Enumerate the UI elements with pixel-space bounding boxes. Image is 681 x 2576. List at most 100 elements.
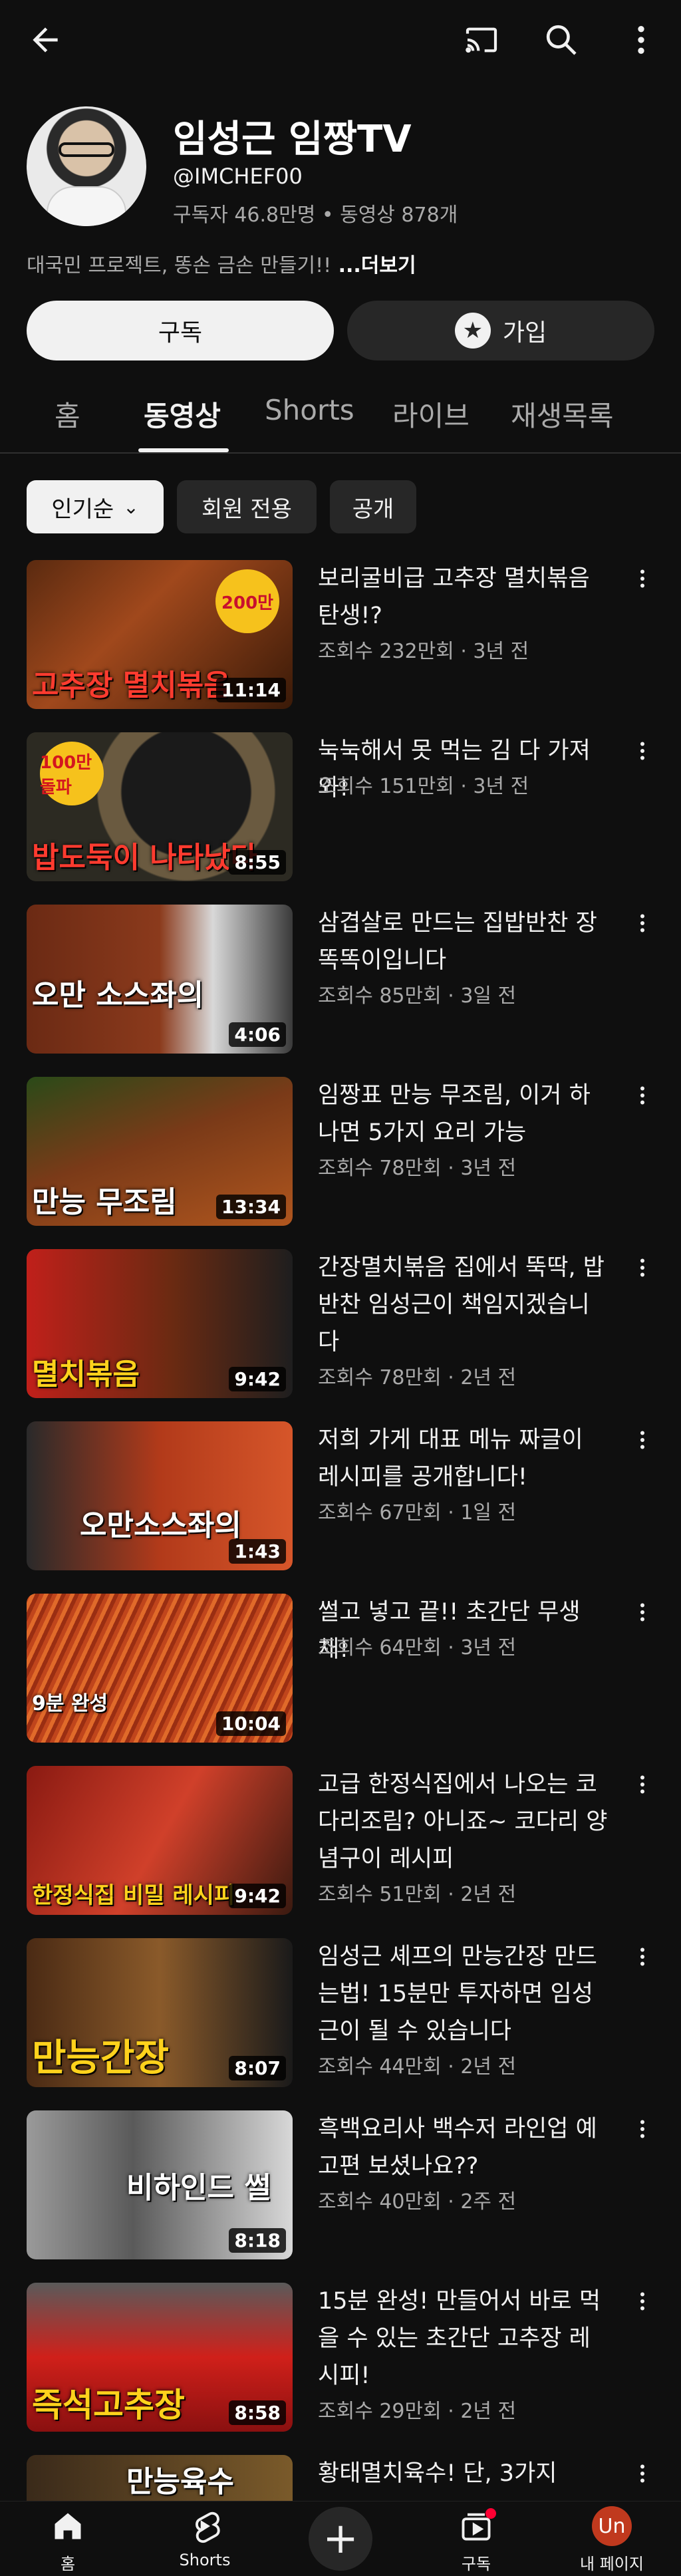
back-icon[interactable] <box>21 16 69 64</box>
channel-tabs: 홈 동영상 Shorts 라이브 재생목록 <box>0 379 681 454</box>
video-title[interactable]: 임성근 셰프의 만능간장 만드는법! 15분만 투자하면 임성근이 될 수 있습… <box>318 1938 611 2050</box>
more-vert-icon[interactable] <box>630 1766 654 1803</box>
more-vert-icon[interactable] <box>630 2283 654 2320</box>
video-meta: 조회수 151만회 · 3년 전 <box>318 775 529 798</box>
video-duration: 9:42 <box>229 1367 286 1391</box>
channel-avatar[interactable] <box>27 106 146 226</box>
chip-members-only[interactable]: 회원 전용 <box>177 480 317 533</box>
video-item[interactable]: 100만 돌파 밥도둑이 나타났다 8:55 눅눅해서 못 먹는 김 다 가져와… <box>27 732 654 881</box>
video-duration: 8:07 <box>229 2056 286 2080</box>
video-thumbnail[interactable]: 만능육수 <box>27 2455 293 2501</box>
nav-shorts[interactable]: Shorts <box>152 2502 258 2576</box>
search-icon[interactable] <box>537 16 585 64</box>
top-app-bar <box>0 0 681 80</box>
video-thumbnail[interactable]: 오만소스좌의 1:43 <box>27 1421 293 1570</box>
more-vert-icon[interactable] <box>630 2455 654 2492</box>
video-title[interactable]: 보리굴비급 고추장 멸치볶음 탄생!? <box>318 560 611 635</box>
thumbnail-text: 오만소스좌의 <box>80 1508 241 1542</box>
channel-stats: 구독자 46.8만명 • 동영상 878개 <box>173 204 458 227</box>
video-thumbnail[interactable]: 만능 무조림 13:34 <box>27 1077 293 1226</box>
video-meta: 조회수 64만회 · 3년 전 <box>318 1636 517 1659</box>
thumbnail-badge: 100만 돌파 <box>40 742 104 805</box>
video-meta: 조회수 40만회 · 2주 전 <box>318 2190 517 2214</box>
video-duration: 8:18 <box>229 2228 286 2253</box>
video-item[interactable]: 만능육수 황태멸치육수! 단, 3가지 <box>27 2455 654 2501</box>
tab-home[interactable]: 홈 <box>55 394 80 434</box>
video-meta: 조회수 78만회 · 3년 전 <box>318 1157 517 1180</box>
shorts-icon <box>188 2502 222 2551</box>
video-thumbnail[interactable]: 즉석고추장 8:58 <box>27 2283 293 2432</box>
more-vert-icon[interactable] <box>630 1421 654 1459</box>
more-vert-icon[interactable] <box>630 2110 654 2148</box>
video-item[interactable]: 한정식집 비밀 레시피 9:42 고급 한정식집에서 나오는 코다리조림? 아니… <box>27 1766 654 1915</box>
video-duration: 10:04 <box>215 1711 286 1736</box>
channel-header: 임성근 임짱TV @IMCHEF00 구독자 46.8만명 • 동영상 878개 <box>27 106 654 239</box>
video-title[interactable]: 황태멸치육수! 단, 3가지 <box>318 2455 611 2492</box>
subscribe-button[interactable]: 구독 <box>27 301 334 360</box>
video-thumbnail[interactable]: 만능간장 8:07 <box>27 1938 293 2087</box>
more-link[interactable]: ...더보기 <box>331 254 416 277</box>
video-thumbnail[interactable]: 멸치볶음 9:42 <box>27 1249 293 1398</box>
channel-description[interactable]: 대국민 프로젝트, 똥손 금손 만들기!! ...더보기 <box>27 249 416 278</box>
video-meta: 조회수 44만회 · 2년 전 <box>318 2055 517 2078</box>
video-item[interactable]: 200만 고추장 멸치볶음 11:14 보리굴비급 고추장 멸치볶음 탄생!? … <box>27 560 654 709</box>
video-item[interactable]: 즉석고추장 8:58 15분 완성! 만들어서 바로 먹을 수 있는 초간단 고… <box>27 2283 654 2432</box>
create-icon: + <box>309 2507 372 2571</box>
video-title[interactable]: 임짱표 만능 무조림, 이거 하나면 5가지 요리 가능 <box>318 1077 611 1151</box>
thumbnail-text: 밥도둑이 나타났다 <box>32 841 258 875</box>
star-icon: ★ <box>454 313 491 349</box>
more-vert-icon[interactable] <box>630 905 654 942</box>
video-thumbnail[interactable]: 100만 돌파 밥도둑이 나타났다 8:55 <box>27 732 293 881</box>
video-item[interactable]: 오만소스좌의 1:43 저희 가게 대표 메뉴 짜글이 레시피를 공개합니다! … <box>27 1421 654 1570</box>
channel-name: 임성근 임짱TV <box>173 118 412 161</box>
video-title[interactable]: 고급 한정식집에서 나오는 코다리조림? 아니죠~ 코다리 양념구이 레시피 <box>318 1766 611 1878</box>
more-vert-icon[interactable] <box>630 1077 654 1114</box>
nav-subscriptions[interactable]: 구독 <box>423 2502 529 2576</box>
thumbnail-text: 고추장 멸치볶음 <box>32 668 231 702</box>
thumbnail-text: 즉석고추장 <box>32 2386 185 2424</box>
nav-you[interactable]: Un 내 페이지 <box>559 2502 665 2576</box>
video-duration: 9:42 <box>229 1884 286 1908</box>
video-title[interactable]: 15분 완성! 만들어서 바로 먹을 수 있는 초간단 고추장 레시피! <box>318 2283 611 2394</box>
video-thumbnail[interactable]: 9분 완성 10:04 <box>27 1594 293 1743</box>
more-vert-icon[interactable] <box>630 1249 654 1286</box>
nav-create[interactable]: + <box>287 2502 394 2576</box>
thumbnail-text: 비하인드 썰 <box>126 2171 271 2205</box>
video-item[interactable]: 오만 소스좌의 4:06 삼겹살로 만드는 집밥반찬 장똑똑이입니다 조회수 8… <box>27 905 654 1054</box>
tab-playlists[interactable]: 재생목록 <box>511 394 614 434</box>
chevron-down-icon: ⌄ <box>123 496 139 518</box>
nav-label: 홈 <box>60 2555 76 2573</box>
video-item[interactable]: 9분 완성 10:04 썰고 넣고 끝!! 초간단 무생채! 조회수 64만회 … <box>27 1594 654 1743</box>
video-title[interactable]: 저희 가게 대표 메뉴 짜글이 레시피를 공개합니다! <box>318 1421 611 1496</box>
video-item[interactable]: 멸치볶음 9:42 간장멸치볶음 집에서 뚝딱, 밥반찬 임성근이 책임지겠습니… <box>27 1249 654 1398</box>
tab-shorts[interactable]: Shorts <box>265 394 354 426</box>
video-thumbnail[interactable]: 비하인드 썰 8:18 <box>27 2110 293 2259</box>
more-vert-icon[interactable] <box>630 560 654 597</box>
video-item[interactable]: 비하인드 썰 8:18 흑백요리사 백수저 라인업 예고편 보셨나요?? 조회수… <box>27 2110 654 2259</box>
tab-live[interactable]: 라이브 <box>392 394 470 434</box>
video-thumbnail[interactable]: 200만 고추장 멸치볶음 11:14 <box>27 560 293 709</box>
more-vert-icon[interactable] <box>630 1938 654 1975</box>
chip-popular[interactable]: 인기순 ⌄ <box>27 480 164 533</box>
video-thumbnail[interactable]: 한정식집 비밀 레시피 9:42 <box>27 1766 293 1915</box>
video-title[interactable]: 삼겹살로 만드는 집밥반찬 장똑똑이입니다 <box>318 905 611 979</box>
tab-videos[interactable]: 동영상 <box>144 394 221 434</box>
cast-icon[interactable] <box>458 16 505 64</box>
more-vert-icon[interactable] <box>617 16 665 64</box>
more-vert-icon[interactable] <box>630 1594 654 1631</box>
more-vert-icon[interactable] <box>630 732 654 770</box>
video-title[interactable]: 간장멸치볶음 집에서 뚝딱, 밥반찬 임성근이 책임지겠습니다 <box>318 1249 611 1361</box>
thumbnail-text: 만능육수 <box>126 2465 234 2499</box>
home-icon <box>51 2502 85 2551</box>
join-button[interactable]: ★ 가입 <box>347 301 654 360</box>
bottom-navigation: 홈 Shorts + 구독 Un 내 페이지 <box>0 2501 681 2576</box>
video-thumbnail[interactable]: 오만 소스좌의 4:06 <box>27 905 293 1054</box>
chip-public[interactable]: 공개 <box>330 480 416 533</box>
thumbnail-text: 오만 소스좌의 <box>32 978 204 1012</box>
video-item[interactable]: 만능 무조림 13:34 임짱표 만능 무조림, 이거 하나면 5가지 요리 가… <box>27 1077 654 1226</box>
video-item[interactable]: 만능간장 8:07 임성근 셰프의 만능간장 만드는법! 15분만 투자하면 임… <box>27 1938 654 2087</box>
video-duration: 13:34 <box>215 1195 286 1219</box>
video-title[interactable]: 흑백요리사 백수저 라인업 예고편 보셨나요?? <box>318 2110 611 2185</box>
video-duration: 8:58 <box>229 2400 286 2425</box>
nav-home[interactable]: 홈 <box>15 2502 121 2576</box>
